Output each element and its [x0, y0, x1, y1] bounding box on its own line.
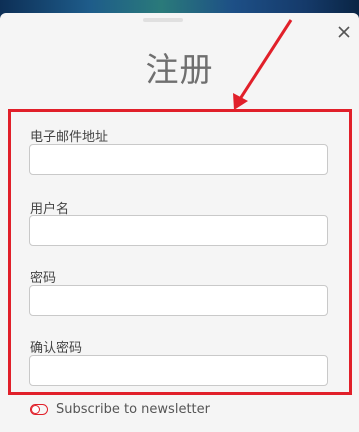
annotation-arrow — [233, 19, 293, 110]
